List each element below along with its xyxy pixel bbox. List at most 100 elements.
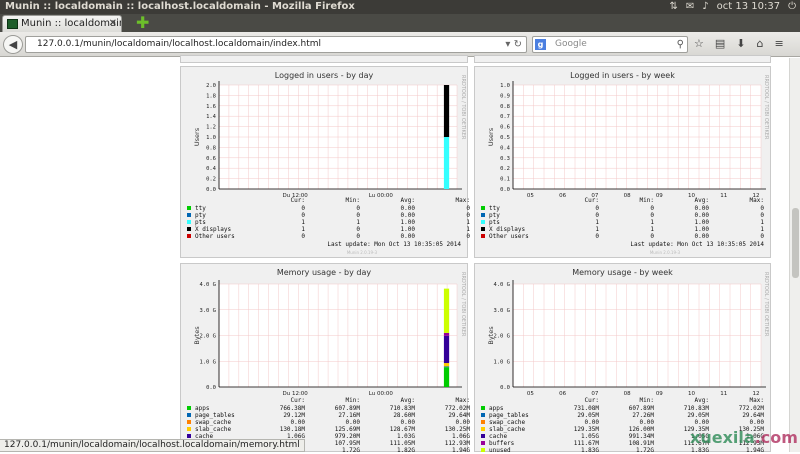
graph-panel-memory-week[interactable]: Memory usage - by week RRDTOOL / TOBI OET… [474, 263, 771, 454]
legend-value: 0 [595, 205, 599, 212]
legend-header: Cur: [290, 397, 305, 404]
y-tick-label: 0.6 [500, 125, 510, 131]
munin-version: Munin 2.0.19-3 [346, 250, 377, 255]
y-tick-label: 1.0 G [493, 359, 510, 365]
legend-series-name: pty [489, 212, 500, 219]
legend-value: 0.00 [694, 419, 709, 426]
legend-value: 29.05M [687, 412, 709, 419]
volume-icon[interactable]: ♪ [702, 0, 708, 14]
legend-value: 29.64M [742, 412, 764, 419]
y-tick-label: 1.0 G [199, 359, 216, 365]
legend-swatch [187, 234, 191, 238]
scrollbar-thumb[interactable] [792, 208, 799, 278]
legend-value: 731.08M [573, 405, 599, 412]
graph-panel-users-day[interactable]: Logged in users - by day RRDTOOL / TOBI O… [180, 66, 470, 258]
legend-swatch [187, 227, 191, 231]
legend-value: 1 [650, 219, 654, 226]
graph-panel-memory-day[interactable]: Memory usage - by day RRDTOOL / TOBI OETI… [180, 263, 470, 454]
legend-swatch [481, 206, 485, 210]
legend-value: 1 [595, 219, 599, 226]
munin-favicon-icon [7, 19, 18, 29]
legend-swatch [187, 413, 191, 417]
download-icon[interactable]: ⬇ [736, 37, 745, 50]
arrows-icon[interactable]: ⇅ [669, 0, 677, 14]
legend-value: 1.72G [635, 447, 654, 454]
new-tab-button[interactable]: ✚ [136, 14, 149, 32]
memory-series-bar [443, 335, 450, 364]
bookmark-star-icon[interactable]: ☆ [694, 37, 704, 50]
legend-header: Avg: [400, 197, 415, 204]
y-tick-label: 0.9 [500, 93, 510, 99]
bookmarks-list-icon[interactable]: ▤ [715, 37, 725, 50]
close-tab-icon[interactable]: ✕ [109, 16, 117, 32]
legend-header: Cur: [290, 197, 305, 204]
legend-header: Min: [345, 397, 360, 404]
legend-swatch [481, 227, 485, 231]
y-tick-label: 0.0 [500, 385, 510, 391]
legend-value: 766.38M [279, 405, 305, 412]
vertical-scrollbar[interactable] [789, 58, 800, 452]
home-icon[interactable]: ⌂ [757, 37, 764, 50]
legend-value: 0.00 [694, 212, 709, 219]
legend-value: 1 [760, 219, 764, 226]
legend-value: 130.18M [279, 426, 305, 433]
legend-swatch [187, 406, 191, 410]
legend-value: 772.02M [444, 405, 470, 412]
legend-series-name: X displays [195, 226, 232, 233]
legend-swatch [187, 213, 191, 217]
y-tick-label: 0.1 [500, 177, 510, 183]
legend-value: 29.05M [577, 412, 599, 419]
legend-value: 1.82G [396, 447, 415, 454]
legend-swatch [187, 220, 191, 224]
legend-swatch [481, 220, 485, 224]
legend-series-name: slab_cache [195, 426, 232, 433]
legend-value: 0.00 [639, 419, 654, 426]
legend-header: Min: [345, 197, 360, 204]
legend-series-name: X displays [489, 226, 526, 233]
legend-series-name: swap_cache [489, 419, 526, 426]
y-tick-label: 1.8 [206, 93, 216, 99]
graph-panel-users-week[interactable]: Logged in users - by week RRDTOOL / TOBI … [474, 66, 771, 258]
legend-series-name: Other users [489, 233, 529, 240]
url-text: 127.0.0.1/munin/localdomain/localhost.lo… [37, 39, 322, 49]
legend-header: Max: [749, 197, 764, 204]
back-button[interactable]: ◀ [3, 35, 23, 54]
url-dropdown-icon[interactable]: ▾ ↻ [505, 37, 522, 52]
legend-swatch [187, 206, 191, 210]
legend-value: 1.94G [745, 447, 764, 454]
legend-value: 0 [356, 233, 360, 240]
legend-value: 0 [650, 233, 654, 240]
tab-strip: Munin :: localdomain ... ✕ [0, 14, 800, 32]
legend-value: 1.03G [396, 433, 415, 440]
legend-header: Max: [455, 397, 470, 404]
legend-header: Max: [749, 397, 764, 404]
legend-value: 1.00 [400, 226, 415, 233]
search-icon[interactable]: ⚲ [677, 37, 684, 52]
y-tick-label: 2.0 G [493, 334, 510, 340]
memory-series-bar [443, 332, 450, 336]
legend-value: 1.05G [580, 433, 599, 440]
menu-icon[interactable]: ≡ [774, 37, 783, 50]
legend-value: 772.02M [738, 405, 764, 412]
legend-value: 0.00 [694, 233, 709, 240]
url-bar[interactable]: 127.0.0.1/munin/localdomain/localhost.lo… [25, 36, 527, 53]
browser-tab[interactable]: Munin :: localdomain ... ✕ [2, 15, 122, 32]
munin-version: Munin 2.0.19-3 [649, 250, 680, 255]
legend-value: 1 [356, 219, 360, 226]
legend-value: 128.67M [389, 426, 415, 433]
google-icon[interactable]: g [535, 39, 546, 50]
clock[interactable]: oct 13 10:37 [717, 0, 780, 14]
tab-label: Munin :: localdomain ... [21, 18, 122, 29]
legend-value: 0 [760, 205, 764, 212]
graph-canvas: 4.0 G3.0 G2.0 G1.0 G0.0Du 12:00 Lu 00:00B… [193, 280, 462, 397]
y-tick-label: 4.0 G [199, 282, 216, 288]
power-icon[interactable]: ⏻ [788, 0, 796, 14]
status-bar: 127.0.0.1/munin/localdomain/localhost.lo… [0, 439, 305, 452]
legend-value: 0 [466, 233, 470, 240]
y-tick-label: 0.0 [206, 187, 216, 193]
panel-above-left [180, 55, 468, 63]
search-input[interactable]: g Google ⚲ [532, 36, 688, 53]
window-title: Munin :: localdomain :: localhost.locald… [5, 1, 355, 12]
legend-series-name: cache [489, 433, 508, 440]
mail-icon[interactable]: ✉ [686, 0, 694, 14]
